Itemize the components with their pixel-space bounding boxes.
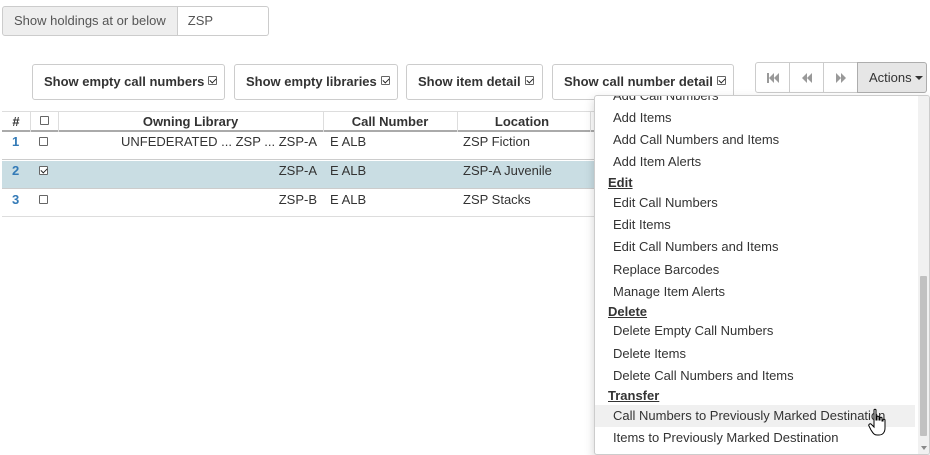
menu-item-add-call-numbers[interactable]: Add Call Numbers [595, 96, 915, 107]
call-number-cell: E ALB [330, 163, 367, 178]
toggle-label: Show empty libraries [246, 74, 377, 89]
row-number: 2 [12, 163, 20, 178]
select-all-checkbox[interactable] [39, 116, 49, 125]
row-checkbox-cell[interactable] [39, 164, 48, 184]
row-checkbox[interactable] [39, 166, 48, 175]
owning-library-cell: ZSP-A [278, 163, 317, 178]
menu-item-delete-items[interactable]: Delete Items [595, 343, 915, 365]
menu-item-edit-call-numbers-and-items[interactable]: Edit Call Numbers and Items [595, 236, 915, 258]
header-location[interactable]: Location [457, 112, 587, 132]
holdings-label: Show holdings at or below [2, 6, 178, 36]
next-page-icon [835, 72, 846, 83]
show-item-detail-checkbox[interactable] [524, 76, 534, 85]
menu-item-edit-call-numbers[interactable]: Edit Call Numbers [595, 192, 915, 214]
actions-label: Actions [869, 70, 912, 85]
prev-page-icon [801, 72, 812, 83]
menu-header-transfer: Transfer [608, 388, 660, 403]
location-cell: ZSP Fiction [463, 134, 530, 149]
grid-header: # Owning Library Call Number Location [2, 111, 602, 132]
menu-scrollbar[interactable] [918, 96, 929, 454]
menu-header-delete: Delete [608, 304, 648, 319]
menu-item-delete-empty-call-numbers[interactable]: Delete Empty Call Numbers [595, 320, 915, 342]
table-row[interactable]: 3 ZSP-B E ALB ZSP Stacks [2, 190, 602, 218]
row-checkbox-cell[interactable] [39, 135, 48, 155]
menu-item-edit-items[interactable]: Edit Items [595, 214, 915, 236]
holdings-grid: # Owning Library Call Number Location 1 … [2, 111, 602, 217]
header-select-all[interactable] [30, 112, 58, 132]
scrollbar-thumb[interactable] [920, 276, 927, 436]
menu-item-add-call-numbers-and-items[interactable]: Add Call Numbers and Items [595, 129, 915, 151]
next-page-button[interactable] [823, 62, 858, 93]
scroll-down-arrow-icon[interactable] [921, 446, 927, 450]
holdings-filter: Show holdings at or below ZSP [2, 6, 269, 36]
show-item-detail-toggle[interactable]: Show item detail [406, 64, 543, 100]
hand-pointer-cursor-icon [868, 408, 886, 436]
show-empty-libraries-checkbox[interactable] [380, 76, 390, 85]
row-checkbox-cell[interactable] [39, 193, 48, 213]
prev-page-button[interactable] [789, 62, 824, 93]
holdings-org-selector[interactable]: ZSP [177, 6, 269, 36]
table-row[interactable]: 2 ZSP-A E ALB ZSP-A Juvenile [2, 161, 602, 189]
table-row[interactable]: 1 UNFEDERATED ... ZSP ... ZSP-A E ALB ZS… [2, 132, 602, 160]
menu-item-add-item-alerts[interactable]: Add Item Alerts [595, 151, 915, 173]
toggle-label: Show empty call numbers [44, 74, 205, 89]
show-call-number-detail-checkbox[interactable] [716, 76, 726, 85]
row-number: 3 [12, 192, 20, 207]
header-call-number[interactable]: Call Number [323, 112, 457, 132]
menu-item-delete-call-numbers-and-items[interactable]: Delete Call Numbers and Items [595, 365, 915, 387]
location-cell: ZSP-A Juvenile [463, 163, 552, 178]
show-empty-call-numbers-toggle[interactable]: Show empty call numbers [32, 64, 225, 100]
toggle-label: Show item detail [418, 74, 521, 89]
actions-dropdown-menu: Add Call Numbers Add Items Add Call Numb… [594, 95, 930, 455]
menu-item-transfer-call-numbers[interactable]: Call Numbers to Previously Marked Destin… [595, 405, 915, 427]
menu-item-replace-barcodes[interactable]: Replace Barcodes [595, 259, 915, 281]
row-checkbox[interactable] [39, 137, 48, 146]
first-page-button[interactable] [755, 62, 790, 93]
caret-down-icon [914, 76, 923, 80]
owning-library-cell: UNFEDERATED ... ZSP ... ZSP-A [121, 134, 317, 149]
owning-library-cell: ZSP-B [278, 192, 317, 207]
row-number: 1 [12, 134, 20, 149]
show-empty-libraries-toggle[interactable]: Show empty libraries [234, 64, 398, 100]
menu-item-add-items[interactable]: Add Items [595, 107, 915, 129]
call-number-cell: E ALB [330, 134, 367, 149]
menu-header-edit: Edit [608, 175, 633, 190]
actions-dropdown-button[interactable]: Actions [857, 62, 927, 93]
menu-item-transfer-items[interactable]: Items to Previously Marked Destination [595, 427, 915, 449]
first-page-icon [766, 72, 779, 83]
grid-toolbar: Actions [755, 62, 927, 93]
header-row-number: # [12, 114, 20, 129]
show-empty-call-numbers-checkbox[interactable] [208, 76, 218, 85]
row-checkbox[interactable] [39, 195, 48, 204]
header-owning-library[interactable]: Owning Library [58, 112, 323, 132]
call-number-cell: E ALB [330, 192, 367, 207]
toggle-label: Show call number detail [564, 74, 713, 89]
location-cell: ZSP Stacks [463, 192, 531, 207]
menu-item-manage-item-alerts[interactable]: Manage Item Alerts [595, 281, 915, 303]
